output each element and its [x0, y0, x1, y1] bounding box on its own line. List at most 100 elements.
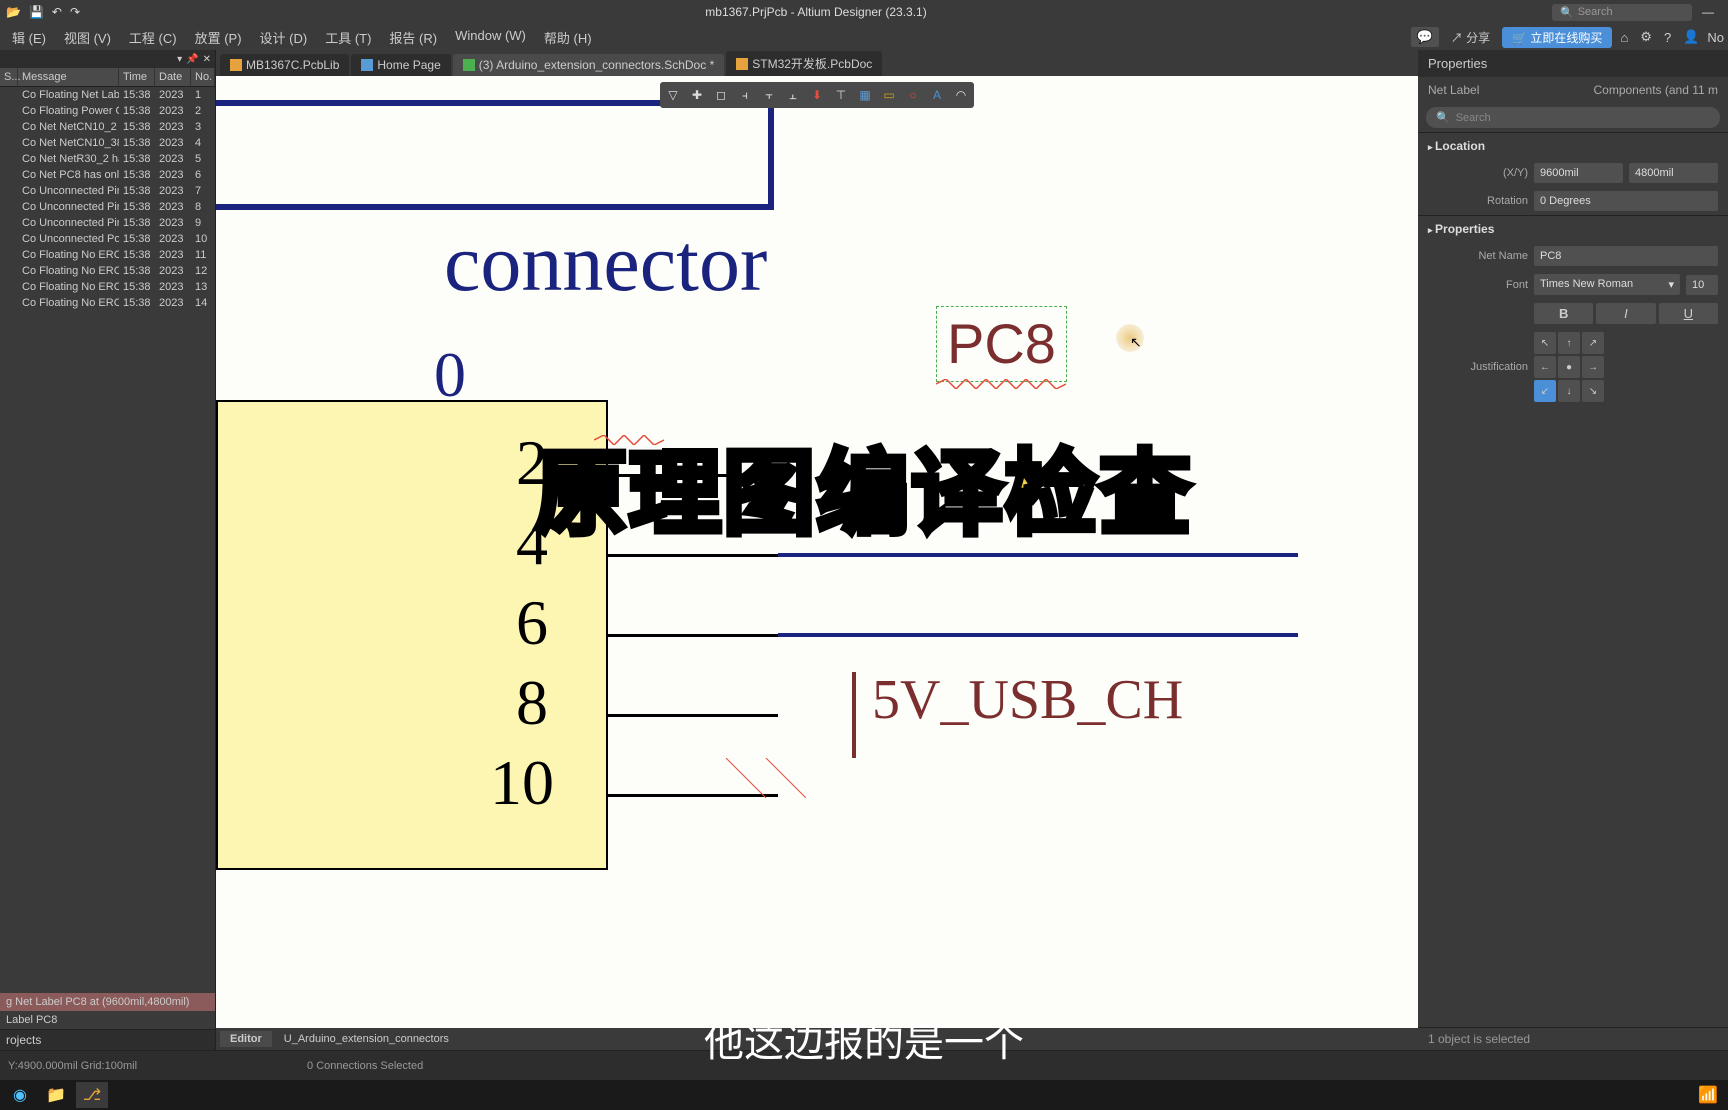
pin-wire[interactable]	[608, 714, 778, 717]
font-select[interactable]: Times New Roman▾	[1534, 274, 1680, 295]
wire[interactable]	[768, 100, 774, 210]
just-mc[interactable]: ●	[1558, 356, 1580, 378]
menu-item[interactable]: 报告 (R)	[381, 25, 445, 50]
fontsize-input[interactable]: 10	[1686, 275, 1718, 295]
align-left-icon[interactable]: ⫞	[734, 84, 756, 106]
altium-icon[interactable]: ⎇	[76, 1082, 108, 1108]
message-row[interactable]: Co Unconnected Pin Cf15:3820237	[0, 183, 215, 199]
filter-icon[interactable]: ▽	[662, 84, 684, 106]
doc-tab[interactable]: Home Page	[351, 54, 450, 76]
props-section[interactable]: Properties	[1418, 216, 1728, 242]
message-row[interactable]: Co Unconnected Pin R315:3820239	[0, 215, 215, 231]
net-name-5v[interactable]: 5V_USB_CH	[872, 668, 1183, 732]
close-icon[interactable]: ✕	[203, 54, 211, 65]
message-row[interactable]: Co Floating Net Label P15:3820231	[0, 87, 215, 103]
message-row[interactable]: Co Floating Power Obje15:3820232	[0, 103, 215, 119]
filter-info[interactable]: Components (and 11 m	[1593, 83, 1718, 97]
sheet-tab[interactable]: U_Arduino_extension_connectors	[274, 1031, 459, 1047]
just-br[interactable]: ↘	[1582, 380, 1604, 402]
menu-item[interactable]: 设计 (D)	[252, 25, 316, 50]
message-row[interactable]: Co Floating No ERC at15:38202312	[0, 263, 215, 279]
rotation-input[interactable]: 0 Degrees	[1534, 191, 1718, 211]
pin-icon[interactable]: ▾	[177, 54, 182, 65]
arc-icon[interactable]: ◠	[950, 84, 972, 106]
just-bc[interactable]: ↓	[1558, 380, 1580, 402]
help-icon[interactable]: ?	[1660, 30, 1675, 45]
power-port[interactable]	[852, 672, 856, 758]
chat-icon[interactable]: 💬	[1411, 27, 1439, 47]
settings-icon[interactable]: ⚙	[1636, 29, 1656, 45]
menu-item[interactable]: 视图 (V)	[56, 25, 119, 50]
message-detail-selected[interactable]: g Net Label PC8 at (9600mil,4800mil)	[0, 993, 215, 1011]
properties-search[interactable]: 🔍 Search	[1426, 107, 1720, 128]
user-icon[interactable]: 👤	[1679, 29, 1703, 45]
message-row[interactable]: Co Net PC8 has only or15:3820236	[0, 167, 215, 183]
move-icon[interactable]: ✚	[686, 84, 708, 106]
align-center-icon[interactable]: ⫟	[758, 84, 780, 106]
just-tl[interactable]: ↖	[1534, 332, 1556, 354]
pin-wire[interactable]	[608, 554, 778, 557]
pin-wire[interactable]	[608, 634, 778, 637]
align-top-icon[interactable]: ⊤	[830, 84, 852, 106]
just-tr[interactable]: ↗	[1582, 332, 1604, 354]
share-button[interactable]: ↗ 分享	[1443, 27, 1498, 48]
edge-icon[interactable]: ◉	[4, 1082, 36, 1108]
message-row[interactable]: Co Floating No ERC at15:38202314	[0, 295, 215, 311]
align-right-icon[interactable]: ⫠	[782, 84, 804, 106]
net-label-pc8[interactable]: PC8	[936, 306, 1067, 382]
snap-icon[interactable]: ▭	[878, 84, 900, 106]
doc-tab[interactable]: (3) Arduino_extension_connectors.SchDoc …	[453, 54, 724, 76]
message-row[interactable]: Co Unconnected Power15:38202310	[0, 231, 215, 247]
global-search[interactable]: 🔍 Search	[1552, 4, 1692, 21]
sheet-title: connector	[444, 216, 767, 310]
home-icon[interactable]: ⌂	[1616, 30, 1632, 45]
select-icon[interactable]: ◻	[710, 84, 732, 106]
just-mr[interactable]: →	[1582, 356, 1604, 378]
just-ml[interactable]: ←	[1534, 356, 1556, 378]
doc-tab[interactable]: STM32开发板.PcbDoc	[726, 51, 882, 76]
explorer-icon[interactable]: 📁	[40, 1082, 72, 1108]
netname-input[interactable]: PC8	[1534, 246, 1718, 266]
bold-button[interactable]: B	[1534, 303, 1593, 324]
message-row[interactable]: Co Floating No ERC at15:38202313	[0, 279, 215, 295]
message-row[interactable]: Co Net NetR30_2 has c15:3820235	[0, 151, 215, 167]
editor-tab[interactable]: Editor	[220, 1031, 272, 1047]
save-icon[interactable]: 💾	[29, 5, 44, 19]
menu-item[interactable]: 放置 (P)	[187, 25, 250, 50]
y-input[interactable]: 4800mil	[1629, 163, 1718, 183]
doc-icon	[230, 59, 242, 71]
menu-item[interactable]: Window (W)	[447, 25, 534, 50]
message-row[interactable]: Co Floating No ERC at15:38202311	[0, 247, 215, 263]
wifi-icon[interactable]: 📶	[1692, 1082, 1724, 1108]
menu-item[interactable]: 工具 (T)	[317, 25, 379, 50]
wire[interactable]	[216, 204, 774, 210]
pin-icon[interactable]: 📌	[186, 54, 198, 65]
folder-icon[interactable]: 📂	[6, 5, 21, 19]
no-erc-marker[interactable]	[726, 758, 806, 798]
redo-icon[interactable]: ↷	[70, 5, 80, 19]
distribute-icon[interactable]: ⬇	[806, 84, 828, 106]
text-icon[interactable]: A	[926, 84, 948, 106]
message-row[interactable]: Co Net NetCN10_38 ha15:3820234	[0, 135, 215, 151]
wire[interactable]	[778, 553, 1298, 557]
doc-tab[interactable]: MB1367C.PcbLib	[220, 54, 349, 76]
wire[interactable]	[778, 633, 1298, 637]
x-input[interactable]: 9600mil	[1534, 163, 1623, 183]
underline-button[interactable]: U	[1659, 303, 1718, 324]
grid-icon[interactable]: ▦	[854, 84, 876, 106]
menu-item[interactable]: 工程 (C)	[121, 25, 185, 50]
message-row[interactable]: Co Net NetCN10_2 has15:3820233	[0, 119, 215, 135]
projects-tab[interactable]: rojects	[0, 1029, 215, 1050]
menu-item[interactable]: 帮助 (H)	[536, 25, 600, 50]
italic-button[interactable]: I	[1596, 303, 1655, 324]
location-section[interactable]: Location	[1418, 133, 1728, 159]
just-tc[interactable]: ↑	[1558, 332, 1580, 354]
undo-icon[interactable]: ↶	[52, 5, 62, 19]
just-bl[interactable]: ↙	[1534, 380, 1556, 402]
document-tabs: MB1367C.PcbLibHome Page(3) Arduino_exten…	[216, 50, 1418, 76]
minimize-button[interactable]: —	[1696, 5, 1720, 19]
buy-button[interactable]: 🛒 立即在线购买	[1502, 27, 1612, 48]
message-row[interactable]: Co Unconnected Pin Cf15:3820238	[0, 199, 215, 215]
menu-item[interactable]: 辑 (E)	[4, 25, 54, 50]
wire-icon[interactable]: ○	[902, 84, 924, 106]
